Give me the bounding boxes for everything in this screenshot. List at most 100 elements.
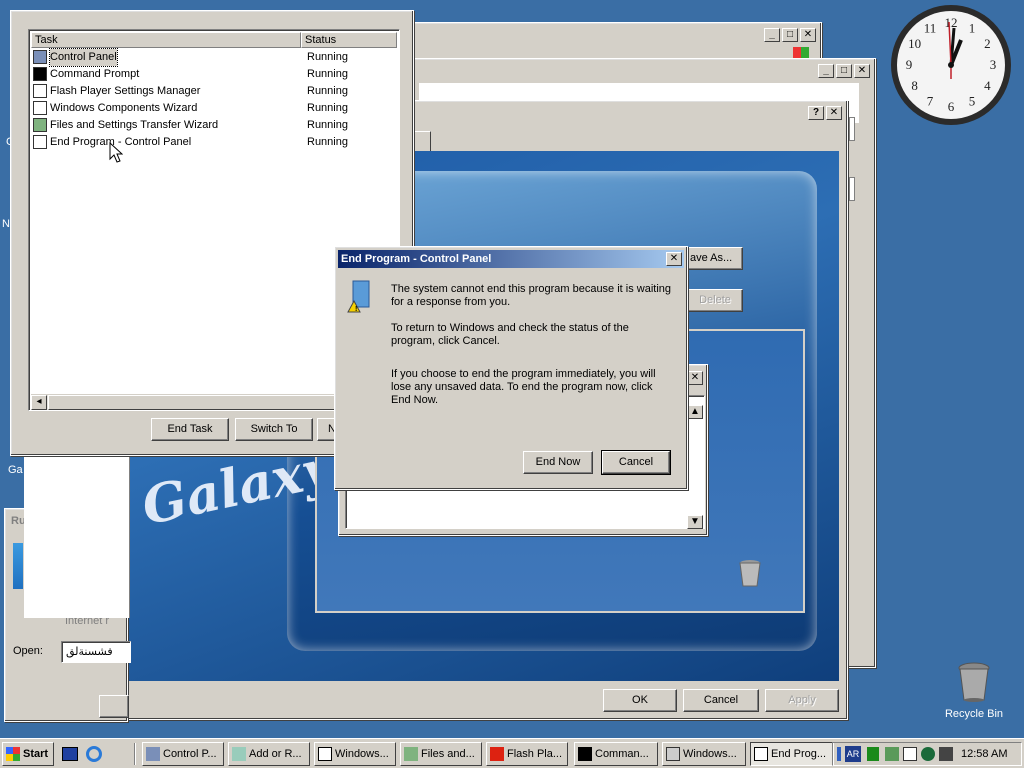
warning-program-icon: ! xyxy=(347,279,375,313)
task-row[interactable]: Files and Settings Transfer Wizard Runni… xyxy=(31,117,397,134)
close-button[interactable]: ✕ xyxy=(854,64,870,78)
tray-divider-icon xyxy=(837,747,841,761)
task-row[interactable]: Flash Player Settings Manager Running xyxy=(31,83,397,100)
tray-app-icon[interactable] xyxy=(885,747,899,761)
cancel-button[interactable]: Cancel xyxy=(683,689,759,712)
task-status: Running xyxy=(307,68,348,80)
clock-gadget: 12 1 2 3 4 5 6 7 8 9 10 11 xyxy=(888,2,1014,128)
task-row[interactable]: Windows Components Wizard Running xyxy=(31,100,397,117)
apply-button[interactable]: Apply xyxy=(765,689,839,712)
taskbar-item-files-and-settings[interactable]: Files and... xyxy=(400,742,482,766)
scroll-thumb[interactable] xyxy=(48,395,338,410)
column-header-status[interactable]: Status xyxy=(301,32,397,48)
scroll-left-button[interactable]: ◂ xyxy=(31,395,47,410)
scroll-down-button[interactable]: ▼ xyxy=(687,515,703,529)
close-button[interactable]: ✕ xyxy=(826,106,842,120)
taskbar-item-windows[interactable]: Windows... xyxy=(314,742,396,766)
close-button[interactable]: ✕ xyxy=(687,371,703,385)
mouse-cursor-icon xyxy=(109,141,124,167)
taskbar-item-label: Add or R... xyxy=(249,748,302,760)
scrollbar[interactable] xyxy=(849,117,855,141)
language-indicator[interactable]: AR xyxy=(845,746,861,762)
switch-to-button[interactable]: Switch To xyxy=(235,418,313,441)
clock-numeral: 5 xyxy=(969,93,976,108)
clock-time[interactable]: 12:58 AM xyxy=(961,747,1007,761)
recycle-bin-icon xyxy=(958,662,990,702)
clock-numeral: 4 xyxy=(984,78,991,93)
display-icon[interactable] xyxy=(903,747,917,761)
task-name: Files and Settings Transfer Wizard xyxy=(50,119,219,131)
taskbar-item-control-panel[interactable]: Control P... xyxy=(142,742,224,766)
task-row[interactable]: Control Panel Running xyxy=(31,48,397,67)
taskbar-item-label: Windows... xyxy=(683,748,737,760)
task-row[interactable]: Command Prompt Running xyxy=(31,66,397,83)
run-icon xyxy=(13,543,23,589)
taskbar-item-label: Control P... xyxy=(163,748,217,760)
add-remove-icon xyxy=(232,747,246,761)
taskbar-item-end-program[interactable]: End Prog... xyxy=(750,742,834,766)
task-name: Control Panel xyxy=(49,48,118,67)
taskbar-item-label: Files and... xyxy=(421,748,475,760)
open-input[interactable]: فشسنةلق xyxy=(61,641,131,663)
delete-button[interactable]: Delete xyxy=(687,289,743,312)
open-label: Open: xyxy=(13,645,43,657)
scroll-up-button[interactable]: ▲ xyxy=(687,405,703,419)
show-desktop-icon[interactable] xyxy=(62,747,78,761)
start-button[interactable]: Start xyxy=(2,742,54,766)
window-icon xyxy=(754,747,768,761)
message-1: The system cannot end this program becau… xyxy=(391,283,672,308)
flash-icon xyxy=(490,747,504,761)
task-name: Windows Components Wizard xyxy=(50,102,198,114)
save-as-button[interactable]: ave As... xyxy=(687,247,743,270)
taskbar-item-label: Windows... xyxy=(335,748,389,760)
recycle-bin-preview-icon xyxy=(739,559,761,587)
end-now-button[interactable]: End Now xyxy=(523,451,593,474)
help-button[interactable]: ? xyxy=(808,106,824,120)
internet-explorer-icon[interactable] xyxy=(86,746,102,762)
desktop-icon-label-fragment: N xyxy=(2,218,10,230)
volume-icon[interactable] xyxy=(939,747,953,761)
taskbar: Start Control P... Add or R... Windows..… xyxy=(0,738,1024,768)
minimize-button[interactable]: _ xyxy=(764,28,780,42)
task-status: Running xyxy=(307,119,348,131)
maximize-button[interactable]: □ xyxy=(836,64,852,78)
clock-numeral: 11 xyxy=(924,21,937,36)
clock-numeral: 12 xyxy=(945,15,958,30)
close-button[interactable]: ✕ xyxy=(800,28,816,42)
transfer-wizard-icon xyxy=(404,747,418,761)
window-icon xyxy=(33,135,47,149)
window-icon xyxy=(318,747,332,761)
recycle-bin[interactable]: Recycle Bin xyxy=(938,660,1010,726)
close-button[interactable]: ✕ xyxy=(666,252,682,266)
clock-numeral: 6 xyxy=(948,99,955,114)
end-program-dialog[interactable]: End Program - Control Panel ✕ ! The syst… xyxy=(334,246,688,490)
scrollbar[interactable] xyxy=(849,177,855,201)
run-ok-button[interactable] xyxy=(99,695,129,718)
task-row[interactable]: End Program - Control Panel Running xyxy=(31,134,397,151)
clock-numeral: 1 xyxy=(969,21,976,36)
window-titlebar[interactable]: _ □ ✕ xyxy=(404,26,818,44)
taskbar-item-label: Comman... xyxy=(595,748,649,760)
task-status: Running xyxy=(307,51,348,63)
minimize-button[interactable]: _ xyxy=(818,64,834,78)
taskbar-item-add-remove[interactable]: Add or R... xyxy=(228,742,310,766)
end-program-titlebar[interactable]: End Program - Control Panel ✕ xyxy=(338,250,684,268)
window-titlebar[interactable]: _ □ ✕ xyxy=(416,62,872,80)
network-icon[interactable] xyxy=(867,747,879,761)
ok-button[interactable]: OK xyxy=(603,689,677,712)
end-task-button[interactable]: End Task xyxy=(151,418,229,441)
clock-numeral: 8 xyxy=(911,78,918,93)
taskbar-item-command-prompt[interactable]: Comman... xyxy=(574,742,658,766)
column-header-status-label: Status xyxy=(305,34,337,46)
taskbar-item-windows-components[interactable]: Windows... xyxy=(662,742,746,766)
column-header-task[interactable]: Task xyxy=(31,32,301,48)
cancel-button[interactable]: Cancel xyxy=(601,450,671,475)
taskbar-item-label: End Prog... xyxy=(771,748,827,760)
task-name: Command Prompt xyxy=(50,68,140,80)
taskbar-item-flash-player[interactable]: Flash Pla... xyxy=(486,742,568,766)
maximize-button[interactable]: □ xyxy=(782,28,798,42)
clock-numeral: 7 xyxy=(927,93,934,108)
command-prompt-icon xyxy=(33,67,47,81)
security-icon[interactable] xyxy=(921,747,935,761)
start-label: Start xyxy=(23,748,49,760)
